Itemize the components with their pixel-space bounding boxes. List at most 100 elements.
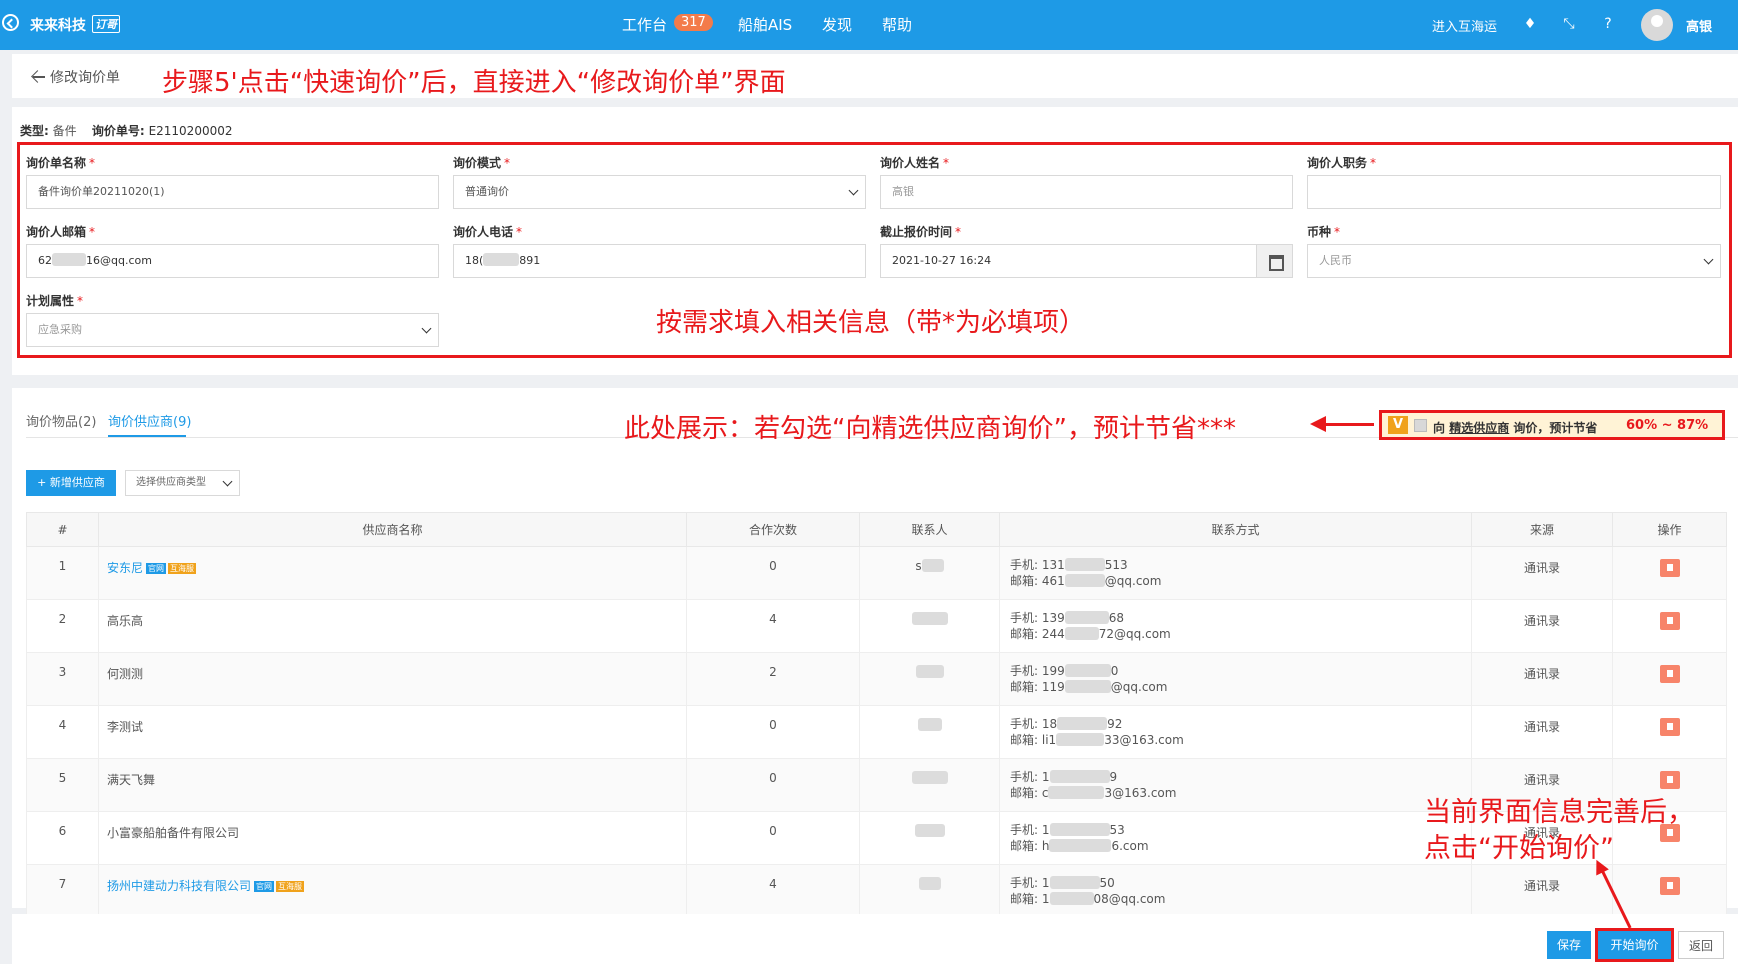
redacted-blur	[914, 824, 945, 837]
nav-help[interactable]: 帮助	[882, 14, 912, 35]
fullscreen-icon[interactable]: ⤡	[1561, 16, 1577, 32]
field-label-name: 询价单名称 *	[26, 156, 96, 170]
cooperation-count: 0	[686, 811, 860, 865]
back-circle-icon[interactable]	[2, 14, 19, 31]
supplier-type-select[interactable]: 选择供应商类型	[125, 470, 240, 496]
action-cell	[1612, 599, 1727, 653]
column-header: 合作次数	[686, 512, 860, 547]
selected-supplier-link[interactable]: 精选供应商	[1449, 421, 1509, 435]
field-label-position: 询价人职务 *	[1307, 156, 1377, 170]
delete-icon[interactable]	[1659, 559, 1680, 577]
enter-link[interactable]: 进入互海运	[1432, 16, 1497, 35]
nav-ship-ais[interactable]: 船舶AIS	[738, 14, 792, 35]
contact-cell	[859, 599, 1000, 653]
cooperation-count: 0	[686, 758, 860, 812]
deadline-input[interactable]: 2021-10-27 16:24	[880, 244, 1293, 278]
inquiry-name-input[interactable]: 备件询价单20211020(1)	[26, 175, 439, 209]
column-header: #	[26, 512, 99, 547]
back-link[interactable]: 修改询价单	[32, 67, 120, 87]
field-label-email: 询价人邮箱 *	[26, 225, 96, 239]
row-number: 3	[26, 652, 99, 706]
arrow-left-icon	[32, 71, 45, 83]
save-button[interactable]: 保存	[1547, 931, 1591, 959]
cooperation-count: 4	[686, 599, 860, 653]
chevron-down-icon	[848, 185, 859, 196]
action-cell	[1612, 652, 1727, 706]
source-cell: 通讯录	[1471, 652, 1613, 706]
contact-cell	[859, 758, 1000, 812]
supplier-name-link[interactable]: 安东尼	[107, 561, 143, 575]
help-circle-icon[interactable]: ?	[1600, 16, 1616, 32]
source-cell: 通讯录	[1471, 705, 1613, 759]
cooperation-count: 4	[686, 864, 860, 918]
promo-text: 向 精选供应商 询价，预计节省	[1433, 421, 1598, 435]
plan-attribute-select[interactable]: 应急采购	[26, 313, 439, 347]
bell-icon[interactable]: ♦	[1522, 16, 1538, 32]
supplier-name-link[interactable]: 扬州中建动力科技有限公司	[107, 879, 251, 893]
chevron-down-icon	[1703, 254, 1714, 265]
back-button[interactable]: 返回	[1678, 931, 1724, 959]
selected-supplier-promo[interactable]: V 向 精选供应商 询价，预计节省 60% ~ 87%	[1379, 410, 1725, 440]
delete-icon[interactable]	[1659, 665, 1680, 683]
user-name[interactable]: 高银	[1686, 16, 1712, 35]
supplier-name: 李测试	[98, 705, 687, 759]
currency-select[interactable]: 人民币	[1307, 244, 1721, 278]
contact-info-cell: 手机: 1 53 邮箱: h 6.com	[999, 811, 1472, 865]
annotation-promo: 此处展示：若勾选“向精选供应商询价”，预计节省***	[624, 414, 1236, 444]
inquiry-no-label: 询价单号:	[91, 124, 145, 138]
contact-cell	[859, 811, 1000, 865]
tab-suppliers[interactable]: 询价供应商(9)	[108, 411, 191, 430]
page-title: 修改询价单	[50, 70, 120, 86]
arrow-left-annotation-icon	[1310, 416, 1374, 432]
brand-badge: 订哥	[92, 15, 120, 33]
redacted-blur	[483, 253, 520, 266]
redacted-blur	[917, 718, 942, 731]
inquirer-email-input[interactable]: 62 16@qq.com	[26, 244, 439, 278]
vip-v-icon: V	[1388, 416, 1408, 434]
row-number: 2	[26, 599, 99, 653]
nav-workbench[interactable]: 工作台	[622, 14, 667, 35]
contact-info-cell: 手机: 199 0 邮箱: 119 @qq.com	[999, 652, 1472, 706]
contact-cell	[859, 864, 1000, 918]
table-row: 3 何测测 2 手机: 199 0 邮箱: 119 @qq.com 通讯录	[26, 652, 1727, 706]
supplier-name-cell: 扬州中建动力科技有限公司 官网 互海服	[98, 864, 687, 918]
vip-badge: 互海服	[168, 563, 197, 574]
field-label-mode: 询价模式 *	[453, 156, 511, 170]
avatar[interactable]	[1641, 9, 1673, 41]
contact-info-cell: 手机: 131 513 邮箱: 461 @qq.com	[999, 546, 1472, 600]
inquirer-phone-input[interactable]: 18(891	[453, 244, 866, 278]
contact-info-cell: 手机: 18 92 邮箱: li1 33@163.com	[999, 705, 1472, 759]
contact-info-cell: 手机: 1 50 邮箱: 1 08@qq.com	[999, 864, 1472, 918]
delete-icon[interactable]	[1659, 718, 1680, 736]
supplier-name-cell: 安东尼 官网 互海服	[98, 546, 687, 600]
supplier-name: 小富豪船舶备件有限公司	[98, 811, 687, 865]
supplier-name: 何测测	[98, 652, 687, 706]
calendar-icon[interactable]	[1256, 245, 1292, 277]
add-supplier-button[interactable]: + 新增供应商	[26, 470, 116, 496]
row-number: 6	[26, 811, 99, 865]
action-cell	[1612, 864, 1727, 918]
tab-items[interactable]: 询价物品(2)	[26, 411, 96, 430]
contact-cell: s	[859, 546, 1000, 600]
redacted-blur	[911, 612, 948, 625]
inquiry-mode-select[interactable]: 普通询价	[453, 175, 866, 209]
delete-icon[interactable]	[1659, 877, 1680, 895]
contact-info-cell: 手机: 139 68 邮箱: 244 72@qq.com	[999, 599, 1472, 653]
promo-checkbox[interactable]	[1414, 419, 1427, 432]
footer-bar	[12, 914, 1738, 964]
table-header-row: # 供应商名称 合作次数 联系人 联系方式 来源 操作	[26, 512, 1727, 547]
delete-icon[interactable]	[1659, 612, 1680, 630]
inquiry-no-value: E2110200002	[148, 124, 233, 138]
column-header: 来源	[1471, 512, 1613, 547]
start-inquiry-button[interactable]: 开始询价	[1595, 928, 1674, 962]
contact-info-cell: 手机: 1 9 邮箱: c 3@163.com	[999, 758, 1472, 812]
delete-icon[interactable]	[1659, 771, 1680, 789]
nav-discover[interactable]: 发现	[822, 14, 852, 35]
redacted-blur	[915, 665, 944, 678]
inquirer-name-input[interactable]: 高银	[880, 175, 1293, 209]
inquirer-position-input[interactable]	[1307, 175, 1721, 209]
row-number: 1	[26, 546, 99, 600]
column-header: 供应商名称	[98, 512, 687, 547]
action-cell	[1612, 546, 1727, 600]
table-row: 7 扬州中建动力科技有限公司 官网 互海服 4 手机: 1 50 邮箱: 1 08@qq.…	[26, 864, 1727, 918]
